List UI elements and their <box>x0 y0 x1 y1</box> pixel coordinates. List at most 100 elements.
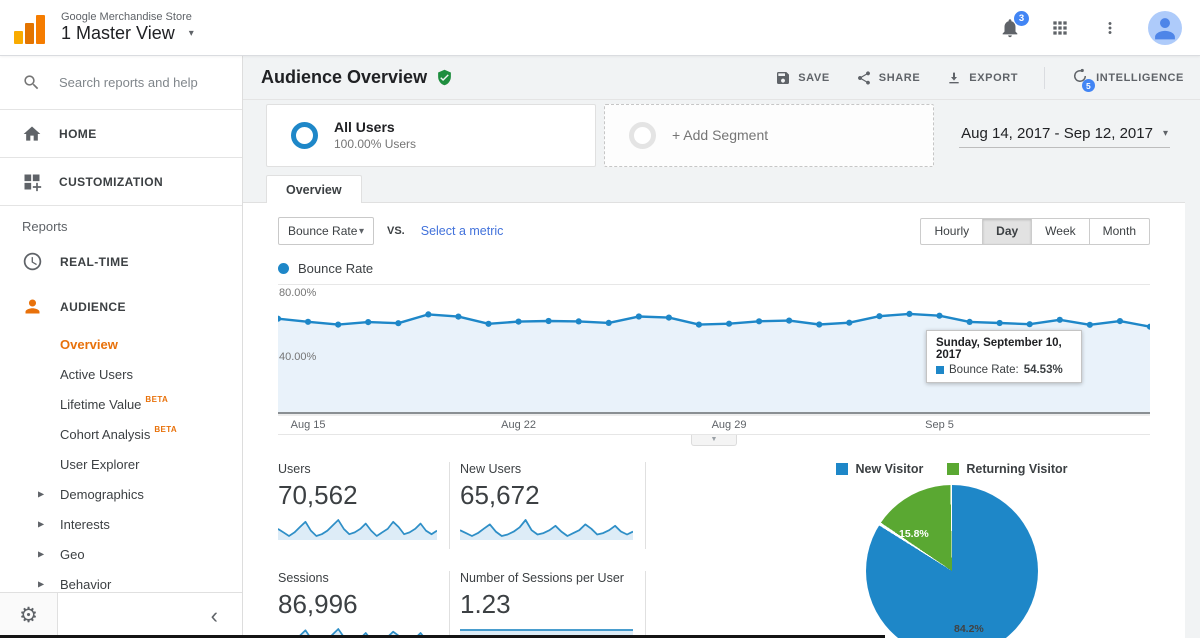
granularity-day-button[interactable]: Day <box>983 218 1032 245</box>
add-segment-card[interactable]: + Add Segment <box>604 104 934 167</box>
admin-gear-button[interactable]: ⚙ <box>0 593 58 638</box>
audience-person-icon <box>22 296 43 317</box>
action-label: INTELLIGENCE <box>1096 72 1184 84</box>
granularity-week-button[interactable]: Week <box>1032 218 1089 245</box>
logo-bar-3 <box>36 15 45 44</box>
analytics-app: Google Merchandise Store 1 Master View ▾… <box>0 0 1200 638</box>
metric-label: New Users <box>460 462 633 476</box>
overview-panel: Bounce Rate ▾ VS. Select a metric Hourly… <box>243 202 1185 638</box>
metric-label: Number of Sessions per User <box>460 571 633 585</box>
report-actions: SAVE SHARE EXPORT 5 <box>775 67 1184 89</box>
chevron-down-icon: ▾ <box>359 226 364 237</box>
chart-controls: Bounce Rate ▾ VS. Select a metric Hourly… <box>278 203 1150 246</box>
subitem-label: Overview <box>60 337 118 352</box>
pie-circle[interactable] <box>866 485 1038 638</box>
granularity-hourly-button[interactable]: Hourly <box>920 218 983 245</box>
subitem-label: Behavior <box>60 577 111 592</box>
expand-arrow-icon: ▶ <box>38 550 44 559</box>
save-icon <box>775 70 791 86</box>
action-label: SHARE <box>879 72 921 84</box>
analytics-logo-icon[interactable] <box>14 12 48 44</box>
pie-legend-swatch-returning <box>947 463 959 475</box>
top-right-actions: 3 <box>998 11 1182 45</box>
x-tick-label: Aug 22 <box>501 419 536 431</box>
sidebar-item-home[interactable]: HOME <box>0 110 242 158</box>
more-options-button[interactable] <box>1098 16 1122 40</box>
action-label: SAVE <box>798 72 830 84</box>
tab-strip: Overview <box>243 170 1200 202</box>
audience-subnav: Overview Active Users Lifetime ValueBETA… <box>0 329 242 603</box>
subitem-label: Demographics <box>60 487 144 502</box>
subitem-label: User Explorer <box>60 457 139 472</box>
x-tick-label: Sep 5 <box>925 419 954 431</box>
granularity-month-button[interactable]: Month <box>1090 218 1150 245</box>
intelligence-button[interactable]: 5 INTELLIGENCE <box>1071 67 1184 88</box>
sidebar-item-active-users[interactable]: Active Users <box>0 359 242 389</box>
report-header: Audience Overview SAVE SHARE EXP <box>243 56 1200 100</box>
sidebar-item-lifetime-value[interactable]: Lifetime ValueBETA <box>0 389 242 419</box>
search-input[interactable] <box>59 75 219 90</box>
date-range-selector[interactable]: Aug 14, 2017 - Sep 12, 2017 ▾ <box>959 123 1170 148</box>
logo-bar-1 <box>14 31 23 44</box>
share-icon <box>856 70 872 86</box>
action-label: EXPORT <box>969 72 1018 84</box>
apps-grid-icon <box>1050 18 1070 38</box>
sidebar-item-realtime[interactable]: REAL-TIME <box>0 239 242 284</box>
pie-legend: New Visitor Returning Visitor <box>796 462 1108 476</box>
timeseries-chart[interactable]: 80.00% 40.00% Sunday, September 10, 2017… <box>278 284 1150 412</box>
user-avatar[interactable] <box>1148 11 1182 45</box>
export-button[interactable]: EXPORT <box>946 70 1018 86</box>
clock-icon <box>22 251 43 272</box>
users-sparkline <box>278 514 437 540</box>
export-download-icon <box>946 70 962 86</box>
chart-collapse-handle[interactable]: ▼ <box>691 434 737 446</box>
metric-card-users: Users 70,562 <box>278 462 450 549</box>
metric-dropdown[interactable]: Bounce Rate ▾ <box>278 217 374 245</box>
visitor-pie-chart[interactable]: 15.8% 84.2% <box>866 485 1038 638</box>
sidebar-item-cohort-analysis[interactable]: Cohort AnalysisBETA <box>0 419 242 449</box>
notification-badge: 3 <box>1014 11 1029 26</box>
page-title: Audience Overview <box>261 67 427 88</box>
metric-value: 65,672 <box>460 480 633 511</box>
expand-arrow-icon: ▶ <box>38 490 44 499</box>
intelligence-icon: 5 <box>1071 67 1089 88</box>
tab-overview[interactable]: Overview <box>266 175 362 203</box>
sidebar-item-overview[interactable]: Overview <box>0 329 242 359</box>
metric-label: Users <box>278 462 437 476</box>
toolbar-divider <box>1044 67 1045 89</box>
x-tick-label: Aug 29 <box>712 419 747 431</box>
sidebar-item-label: REAL-TIME <box>60 255 129 269</box>
sidebar-item-audience[interactable]: AUDIENCE <box>0 284 242 329</box>
all-users-segment-card[interactable]: All Users 100.00% Users <box>266 104 596 167</box>
sidebar-item-geo[interactable]: ▶Geo <box>0 539 242 569</box>
subitem-label: Interests <box>60 517 110 532</box>
reports-section-label: Reports <box>0 206 242 239</box>
view-selector[interactable]: 1 Master View ▾ <box>61 23 194 44</box>
sidebar-item-label: CUSTOMIZATION <box>59 175 163 189</box>
view-name: 1 Master View <box>61 23 175 44</box>
share-button[interactable]: SHARE <box>856 70 921 86</box>
granularity-label: Month <box>1103 224 1136 238</box>
apps-menu-button[interactable] <box>1048 16 1072 40</box>
select-metric-link[interactable]: Select a metric <box>421 224 504 238</box>
add-segment-label: + Add Segment <box>672 127 768 143</box>
sidebar-item-interests[interactable]: ▶Interests <box>0 509 242 539</box>
granularity-label: Hourly <box>934 224 969 238</box>
date-range-text: Aug 14, 2017 - Sep 12, 2017 <box>961 125 1153 142</box>
pie-legend-label: New Visitor <box>855 462 923 476</box>
pie-legend-returning-visitor: Returning Visitor <box>947 462 1067 476</box>
tooltip-series-label: Bounce Rate: <box>949 364 1019 376</box>
save-button[interactable]: SAVE <box>775 70 830 86</box>
sidebar-item-demographics[interactable]: ▶ Demographics <box>0 479 242 509</box>
sidebar-item-customization[interactable]: CUSTOMIZATION <box>0 158 242 206</box>
sidebar-collapse-button[interactable]: ‹ <box>211 605 218 627</box>
pie-legend-new-visitor: New Visitor <box>836 462 923 476</box>
metric-card-new-users: New Users 65,672 <box>460 462 646 549</box>
notifications-button[interactable]: 3 <box>998 16 1022 40</box>
person-avatar-icon <box>1148 11 1182 45</box>
segment-title: All Users <box>334 119 416 135</box>
add-segment-ring-icon <box>629 122 656 149</box>
metric-cards: Users 70,562 New Users 65,672 Sessions 8… <box>278 462 646 638</box>
sidebar-item-user-explorer[interactable]: User Explorer <box>0 449 242 479</box>
tooltip-value: 54.53% <box>1024 364 1063 376</box>
